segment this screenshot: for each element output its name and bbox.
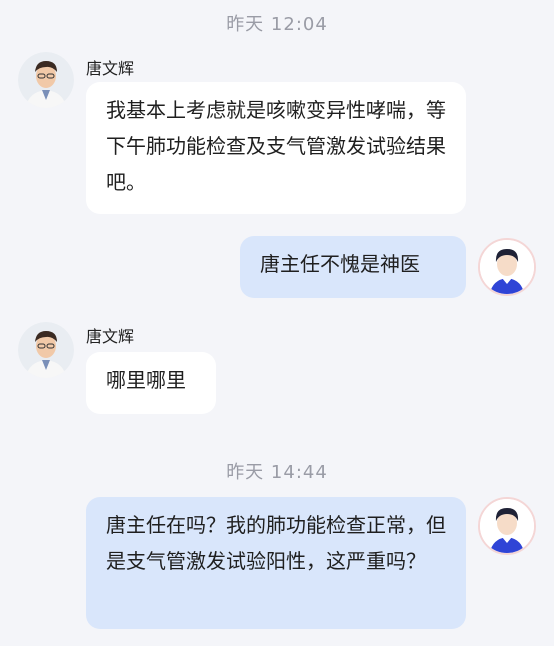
message-bubble-incoming[interactable]: 我基本上考虑就是咳嗽变异性哮喘，等下午肺功能检查及支气管激发试验结果吧。 bbox=[86, 82, 466, 214]
timestamp: 昨天 12:04 bbox=[226, 14, 328, 35]
message-bubble-incoming[interactable]: 哪里哪里 bbox=[86, 352, 216, 414]
doctor-avatar-icon bbox=[18, 322, 74, 378]
timestamp: 昨天 14:44 bbox=[226, 462, 328, 483]
message-bubble-outgoing[interactable]: 唐主任在吗？我的肺功能检查正常，但是支气管激发试验阳性，这严重吗？ bbox=[86, 497, 466, 629]
doctor-avatar[interactable] bbox=[18, 322, 74, 378]
sender-name: 唐文辉 bbox=[86, 327, 135, 346]
sender-name: 唐文辉 bbox=[86, 59, 135, 78]
user-avatar-icon bbox=[480, 240, 534, 294]
message-bubble-outgoing[interactable]: 唐主任不愧是神医 bbox=[240, 236, 466, 298]
doctor-avatar-icon bbox=[18, 52, 74, 108]
user-avatar-icon bbox=[480, 499, 534, 553]
doctor-avatar[interactable] bbox=[18, 52, 74, 108]
user-avatar[interactable] bbox=[478, 497, 536, 555]
user-avatar[interactable] bbox=[478, 238, 536, 296]
